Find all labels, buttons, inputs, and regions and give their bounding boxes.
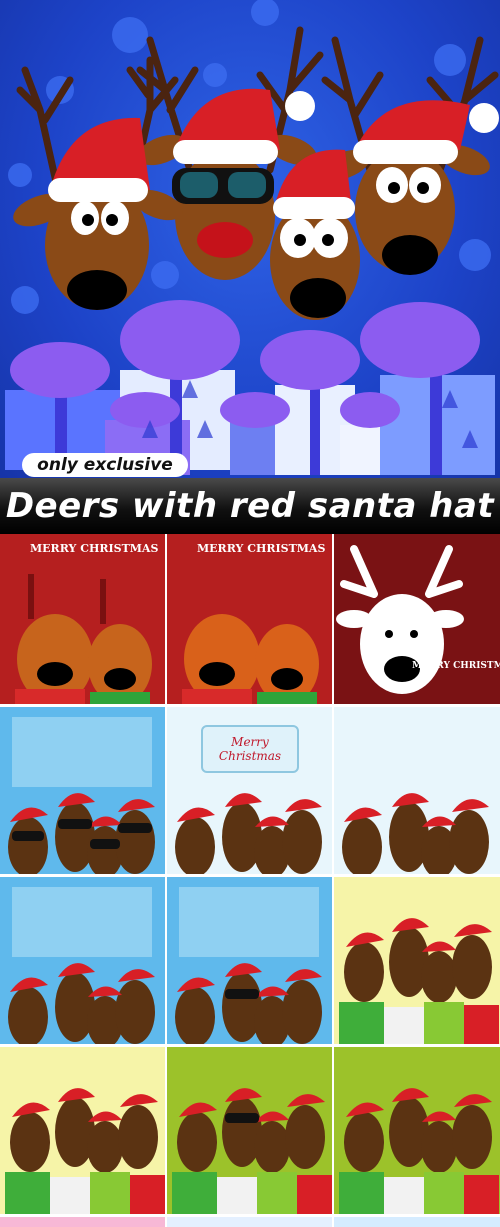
four-deer-illustration [8,887,155,1044]
deer-pair-illustration [15,569,152,704]
four-deer-gifts-illustration [5,1088,165,1214]
thumbnail-2[interactable]: MERRY CHRISTMAS [167,534,332,704]
hero-illustration [5,0,499,475]
four-deer-illustration [342,793,489,874]
thumbnail-9[interactable] [334,877,500,1044]
thumbnail-partial [0,1217,500,1227]
deer-pair-illustration [182,614,319,704]
thumbnail-caption: MERRY CHRISTMAS [197,542,326,555]
exclusive-badge: only exclusive [22,453,188,477]
thumbnail-6[interactable] [334,707,500,874]
thumbnail-5[interactable]: Merry Christmas [167,707,332,874]
thumbnail-4[interactable] [0,707,165,874]
thumbnail-grid: MERRY CHRISTMAS MERRY CHRISTMAS MERRY CH… [0,534,500,1227]
thumbnail-1[interactable]: MERRY CHRISTMAS [0,534,165,704]
banner-title: Deers with red santa hat [5,486,495,526]
hero-image: only exclusive [0,0,500,478]
thumbnail-12[interactable] [334,1047,500,1214]
four-deer-sunglasses-illustration [8,717,155,874]
thumbnail-10[interactable] [0,1047,165,1214]
thumbnail-8[interactable] [167,877,332,1044]
four-deer-gifts-illustration [339,918,499,1044]
thumbnail-caption: MERRY CHRISTMAS [412,661,500,671]
four-deer-gifts-illustration [172,1088,332,1214]
merry-christmas-sign: Merry Christmas [201,725,299,773]
four-deer-gifts-illustration [339,1088,499,1214]
four-deer-illustration [175,887,322,1044]
thumbnail-caption: MERRY CHRISTMAS [30,542,159,555]
thumbnail-3[interactable]: MERRY CHRISTMAS [334,534,500,704]
white-deer-illustration [336,545,464,694]
thumbnail-11[interactable] [167,1047,332,1214]
title-banner: Deers with red santa hat [0,478,500,534]
thumbnail-7[interactable] [0,877,165,1044]
